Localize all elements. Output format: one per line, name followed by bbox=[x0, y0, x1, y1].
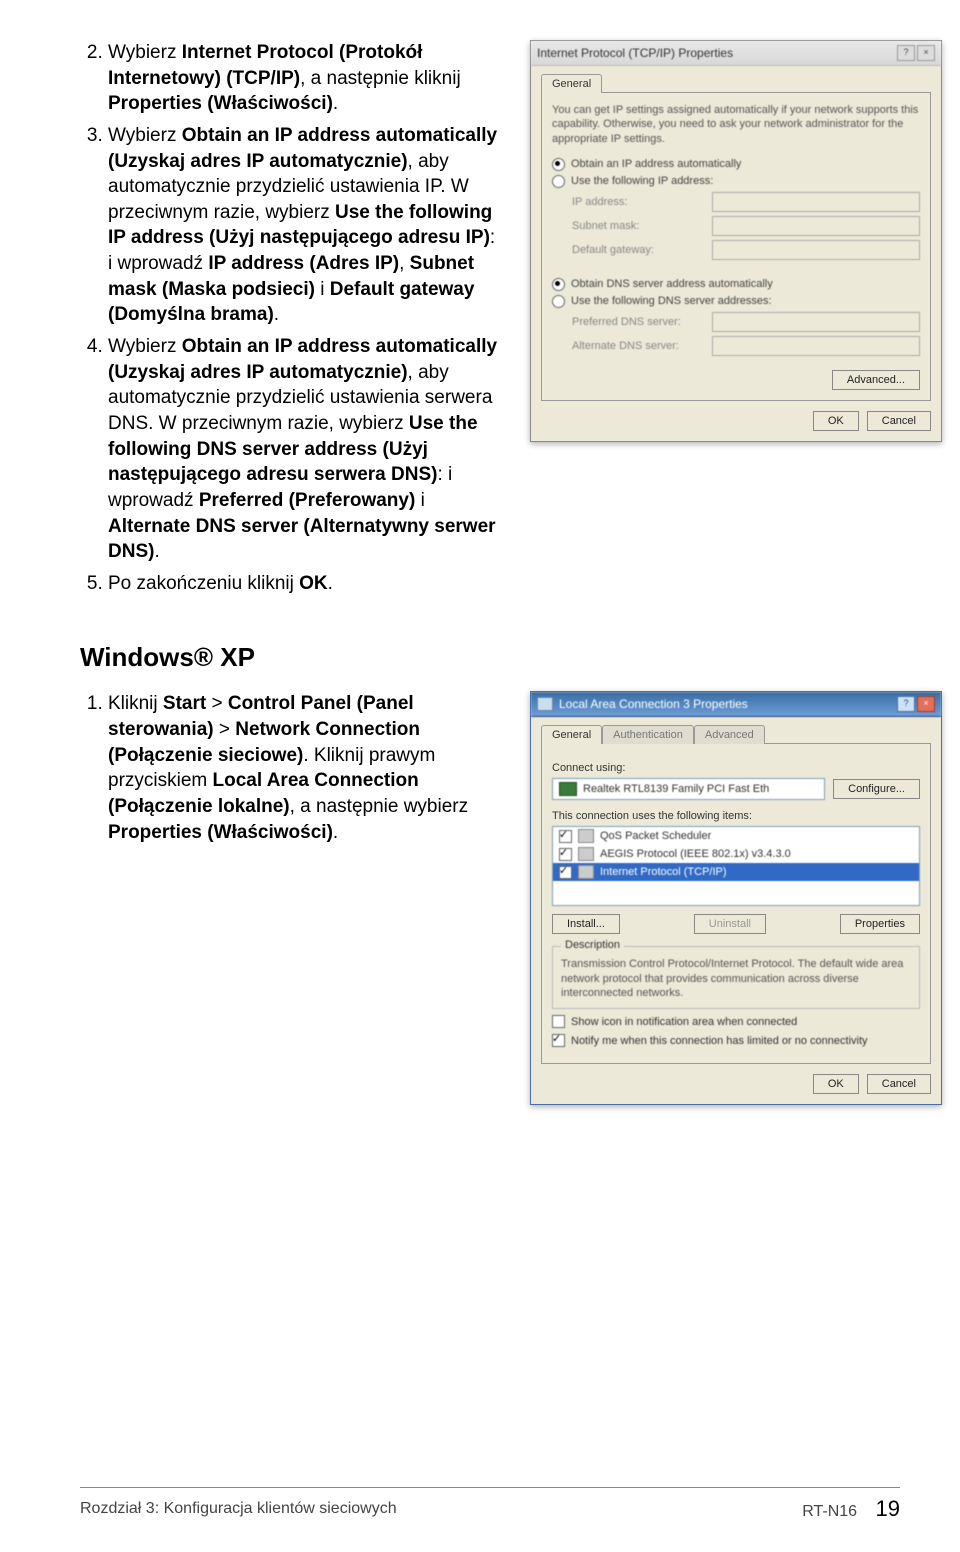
description-group: Description Transmission Control Protoco… bbox=[552, 946, 920, 1009]
footer-page-number: 19 bbox=[876, 1496, 900, 1521]
uninstall-button[interactable]: Uninstall bbox=[694, 914, 766, 934]
cancel-button[interactable]: Cancel bbox=[867, 1074, 931, 1094]
radio-icon bbox=[552, 278, 565, 291]
tab-general[interactable]: General bbox=[541, 725, 602, 744]
field-ip-address: IP address: bbox=[572, 192, 920, 212]
list-item[interactable]: AEGIS Protocol (IEEE 802.1x) v3.4.3.0 bbox=[553, 845, 919, 863]
close-icon[interactable]: × bbox=[917, 696, 935, 712]
section-heading-windows-xp: Windows® XP bbox=[80, 642, 900, 673]
close-icon[interactable]: × bbox=[917, 45, 935, 61]
dialog-titlebar: Local Area Connection 3 Properties ? × bbox=[531, 692, 941, 717]
radio-obtain-ip-auto[interactable]: Obtain an IP address automatically bbox=[552, 158, 920, 171]
properties-button[interactable]: Properties bbox=[840, 914, 920, 934]
list-item[interactable]: QoS Packet Scheduler bbox=[553, 827, 919, 845]
footer-chapter: Rozdział 3: Konfiguracja klientów siecio… bbox=[80, 1500, 397, 1518]
step-4: Wybierz Obtain an IP address automatical… bbox=[108, 334, 500, 565]
ok-button[interactable]: OK bbox=[813, 1074, 859, 1094]
connect-using-label: Connect using: bbox=[552, 762, 920, 774]
dialog-title: Internet Protocol (TCP/IP) Properties bbox=[537, 46, 733, 60]
checkbox-show-icon[interactable]: Show icon in notification area when conn… bbox=[552, 1015, 920, 1028]
dialog-title: Local Area Connection 3 Properties bbox=[559, 697, 748, 711]
protocol-icon bbox=[578, 865, 594, 879]
steps-bottom: Kliknij Start > Control Panel (Panel ste… bbox=[80, 691, 500, 845]
advanced-button[interactable]: Advanced... bbox=[832, 370, 920, 390]
radio-obtain-dns-auto[interactable]: Obtain DNS server address automatically bbox=[552, 278, 920, 291]
steps-top: Wybierz Internet Protocol (Protokół Inte… bbox=[80, 40, 500, 596]
checkbox-notify-limited[interactable]: Notify me when this connection has limit… bbox=[552, 1034, 920, 1047]
lan-connection-properties-dialog: Local Area Connection 3 Properties ? × G… bbox=[530, 691, 942, 1105]
ip-address-input bbox=[712, 192, 920, 212]
checkbox-icon[interactable] bbox=[552, 1015, 565, 1028]
dialog-description: You can get IP settings assigned automat… bbox=[552, 103, 920, 146]
tab-advanced[interactable]: Advanced bbox=[694, 725, 765, 744]
radio-icon bbox=[552, 295, 565, 308]
cancel-button[interactable]: Cancel bbox=[867, 411, 931, 431]
nic-display: Realtek RTL8139 Family PCI Fast Eth bbox=[552, 778, 825, 800]
radio-icon bbox=[552, 158, 565, 171]
step-2: Wybierz Internet Protocol (Protokół Inte… bbox=[108, 40, 500, 117]
tab-general[interactable]: General bbox=[541, 74, 602, 93]
gateway-input bbox=[712, 240, 920, 260]
checkbox-icon[interactable] bbox=[559, 866, 572, 879]
description-text: Transmission Control Protocol/Internet P… bbox=[561, 957, 911, 1000]
tcpip-properties-dialog: Internet Protocol (TCP/IP) Properties ? … bbox=[530, 40, 942, 442]
network-icon bbox=[537, 697, 553, 711]
step-5: Po zakończeniu kliknij OK. bbox=[108, 571, 500, 597]
radio-use-following-ip[interactable]: Use the following IP address: bbox=[552, 175, 920, 188]
protocol-icon bbox=[578, 829, 594, 843]
protocol-icon bbox=[578, 847, 594, 861]
checkbox-icon[interactable] bbox=[559, 830, 572, 843]
footer-model: RT-N16 bbox=[802, 1503, 857, 1520]
step-1: Kliknij Start > Control Panel (Panel ste… bbox=[108, 691, 500, 845]
ok-button[interactable]: OK bbox=[813, 411, 859, 431]
preferred-dns-input bbox=[712, 312, 920, 332]
field-alternate-dns: Alternate DNS server: bbox=[572, 336, 920, 356]
items-listbox[interactable]: QoS Packet Scheduler AEGIS Protocol (IEE… bbox=[552, 826, 920, 906]
list-item[interactable]: Internet Protocol (TCP/IP) bbox=[553, 863, 919, 881]
radio-use-following-dns[interactable]: Use the following DNS server addresses: bbox=[552, 295, 920, 308]
subnet-mask-input bbox=[712, 216, 920, 236]
field-default-gateway: Default gateway: bbox=[572, 240, 920, 260]
tab-authentication[interactable]: Authentication bbox=[602, 725, 694, 744]
checkbox-icon[interactable] bbox=[559, 848, 572, 861]
dialog-titlebar: Internet Protocol (TCP/IP) Properties ? … bbox=[531, 41, 941, 66]
configure-button[interactable]: Configure... bbox=[833, 779, 920, 799]
step-3: Wybierz Obtain an IP address automatical… bbox=[108, 123, 500, 328]
description-legend: Description bbox=[561, 939, 624, 951]
help-icon[interactable]: ? bbox=[897, 45, 915, 61]
radio-icon bbox=[552, 175, 565, 188]
uses-items-label: This connection uses the following items… bbox=[552, 810, 920, 822]
field-preferred-dns: Preferred DNS server: bbox=[572, 312, 920, 332]
checkbox-icon[interactable] bbox=[552, 1034, 565, 1047]
install-button[interactable]: Install... bbox=[552, 914, 620, 934]
nic-icon bbox=[559, 782, 577, 796]
field-subnet-mask: Subnet mask: bbox=[572, 216, 920, 236]
help-icon[interactable]: ? bbox=[897, 696, 915, 712]
page-footer: Rozdział 3: Konfiguracja klientów siecio… bbox=[80, 1487, 900, 1522]
alternate-dns-input bbox=[712, 336, 920, 356]
